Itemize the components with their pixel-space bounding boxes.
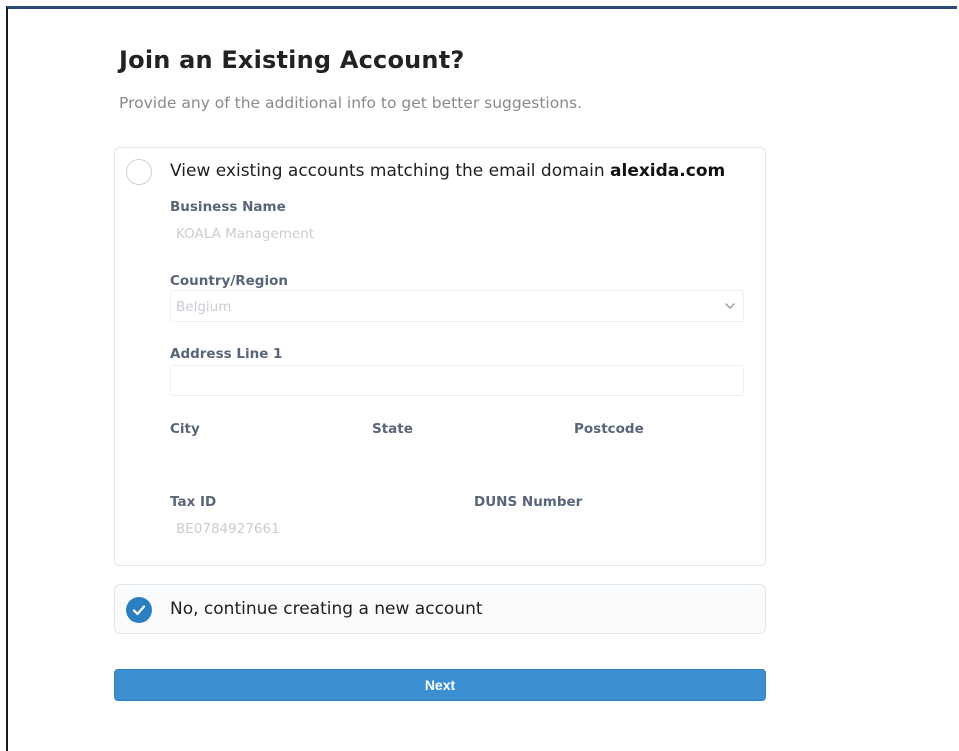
postcode-label: Postcode — [574, 421, 644, 437]
existing-account-radio[interactable] — [126, 159, 152, 185]
existing-account-option-label[interactable]: View existing accounts matching the emai… — [170, 161, 725, 181]
duns-number-input[interactable] — [474, 513, 744, 541]
state-label: State — [372, 421, 413, 437]
check-icon — [132, 605, 146, 616]
address-line1-input[interactable] — [170, 365, 744, 396]
duns-number-label: DUNS Number — [474, 494, 583, 510]
next-button[interactable]: Next — [114, 669, 766, 701]
address-line1-label: Address Line 1 — [170, 346, 283, 362]
chevron-down-icon[interactable] — [724, 300, 736, 312]
city-label: City — [170, 421, 200, 437]
new-account-radio-checked[interactable] — [126, 597, 152, 623]
postcode-input[interactable] — [574, 440, 744, 468]
country-region-label: Country/Region — [170, 273, 288, 289]
page-subtitle: Provide any of the additional info to ge… — [119, 94, 583, 112]
city-input[interactable] — [170, 440, 354, 468]
tax-id-field[interactable]: BE0784927661 — [176, 521, 280, 537]
business-name-label: Business Name — [170, 199, 286, 215]
email-domain: alexida.com — [610, 161, 726, 181]
country-region-select[interactable] — [170, 290, 744, 322]
business-name-field[interactable]: KOALA Management — [176, 226, 314, 242]
page-title: Join an Existing Account? — [119, 46, 465, 74]
existing-account-option-prefix: View existing accounts matching the emai… — [170, 161, 611, 181]
new-account-option-label[interactable]: No, continue creating a new account — [170, 599, 483, 619]
state-input[interactable] — [372, 440, 556, 468]
country-region-value: Belgium — [176, 299, 232, 315]
tax-id-label: Tax ID — [170, 494, 217, 510]
